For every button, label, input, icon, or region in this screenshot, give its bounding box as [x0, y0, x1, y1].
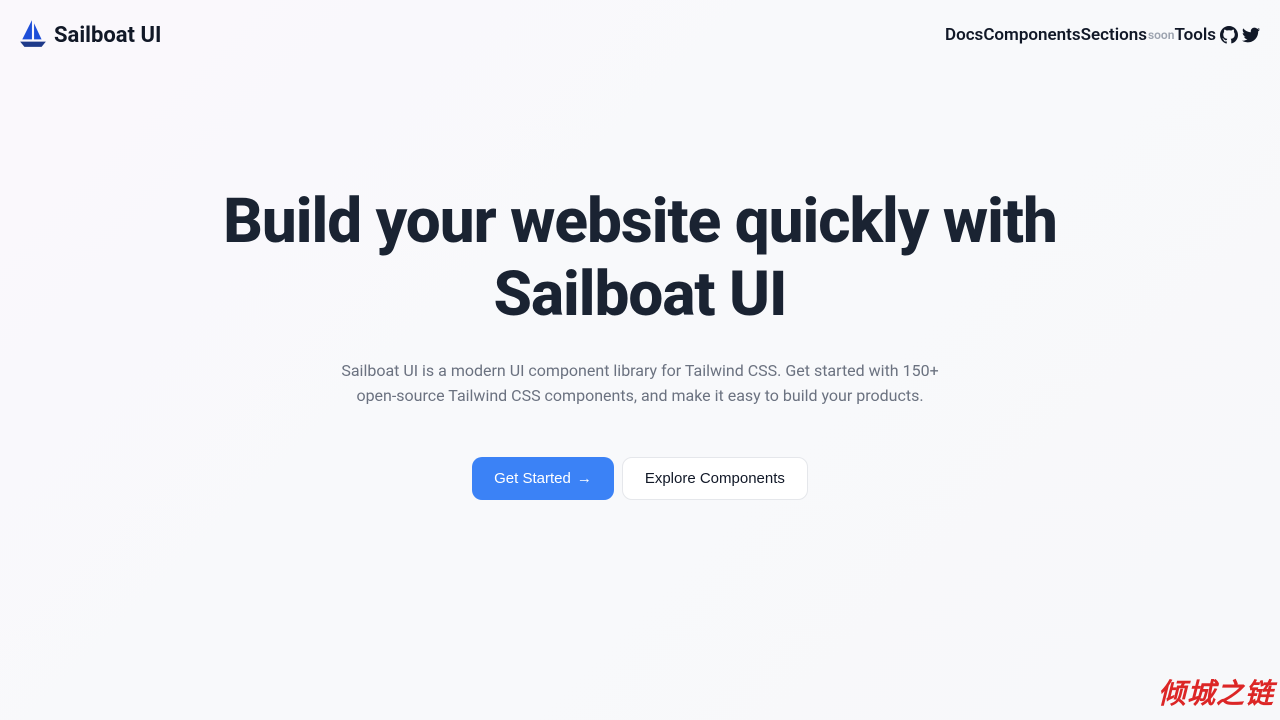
- nav-sections-label: Sections: [1081, 25, 1147, 45]
- watermark-text: 倾城之链: [1158, 672, 1274, 712]
- explore-components-button[interactable]: Explore Components: [622, 457, 808, 500]
- site-header: Sailboat UI Docs Components Sections soo…: [0, 0, 1280, 70]
- nav-sections[interactable]: Sections soon: [1081, 25, 1175, 45]
- twitter-icon[interactable]: [1242, 26, 1260, 44]
- hero-description: Sailboat UI is a modern UI component lib…: [330, 359, 950, 409]
- soon-badge: soon: [1148, 28, 1174, 42]
- github-icon[interactable]: [1220, 26, 1238, 44]
- hero-section: Build your website quickly with Sailboat…: [0, 70, 1280, 500]
- nav-tools[interactable]: Tools: [1174, 25, 1216, 45]
- nav-docs[interactable]: Docs: [945, 25, 983, 45]
- get-started-label: Get Started: [494, 470, 571, 487]
- get-started-button[interactable]: Get Started →: [472, 457, 614, 500]
- logo[interactable]: Sailboat UI: [20, 18, 161, 52]
- arrow-right-icon: →: [577, 470, 592, 487]
- brand-name: Sailboat UI: [54, 23, 161, 48]
- main-nav: Docs Components Sections soon Tools: [945, 25, 1260, 45]
- cta-row: Get Started → Explore Components: [472, 457, 808, 500]
- sailboat-icon: [20, 18, 46, 52]
- hero-title: Build your website quickly with Sailboat…: [190, 185, 1090, 331]
- nav-components[interactable]: Components: [983, 25, 1080, 45]
